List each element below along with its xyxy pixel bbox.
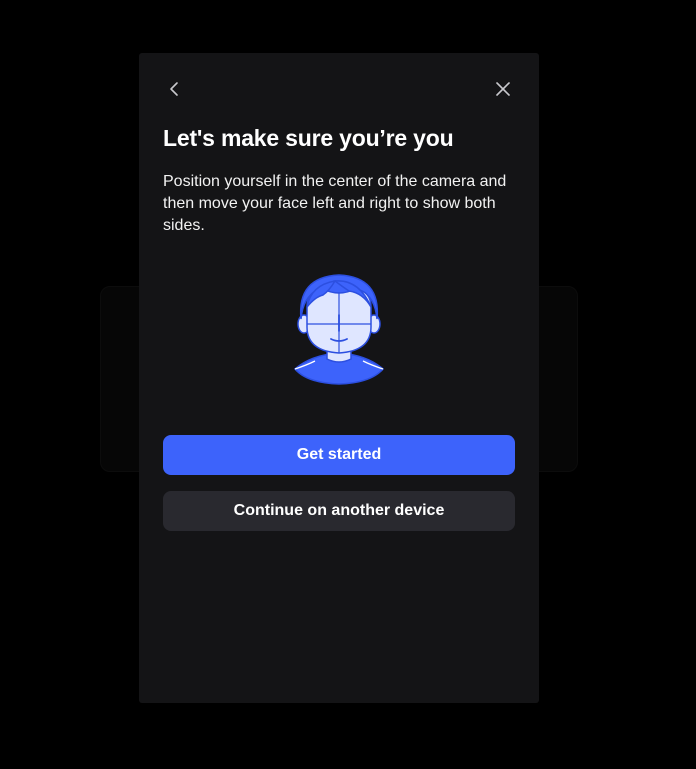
modal-description: Position yourself in the center of the c… (163, 173, 507, 234)
background-footer (0, 716, 696, 740)
face-scan-icon (293, 274, 385, 385)
close-button[interactable] (489, 75, 517, 103)
screen: Let's make sure you’re you Position your… (0, 0, 696, 769)
chevron-left-icon (170, 82, 178, 96)
continue-on-another-device-button[interactable]: Continue on another device (163, 491, 515, 531)
face-scan-illustration (289, 267, 389, 389)
verification-modal: Let's make sure you’re you Position your… (139, 53, 539, 703)
back-button[interactable] (161, 75, 189, 103)
get-started-button[interactable]: Get started (163, 435, 515, 475)
close-icon (496, 82, 510, 96)
modal-title: Let's make sure you’re you (163, 125, 454, 151)
